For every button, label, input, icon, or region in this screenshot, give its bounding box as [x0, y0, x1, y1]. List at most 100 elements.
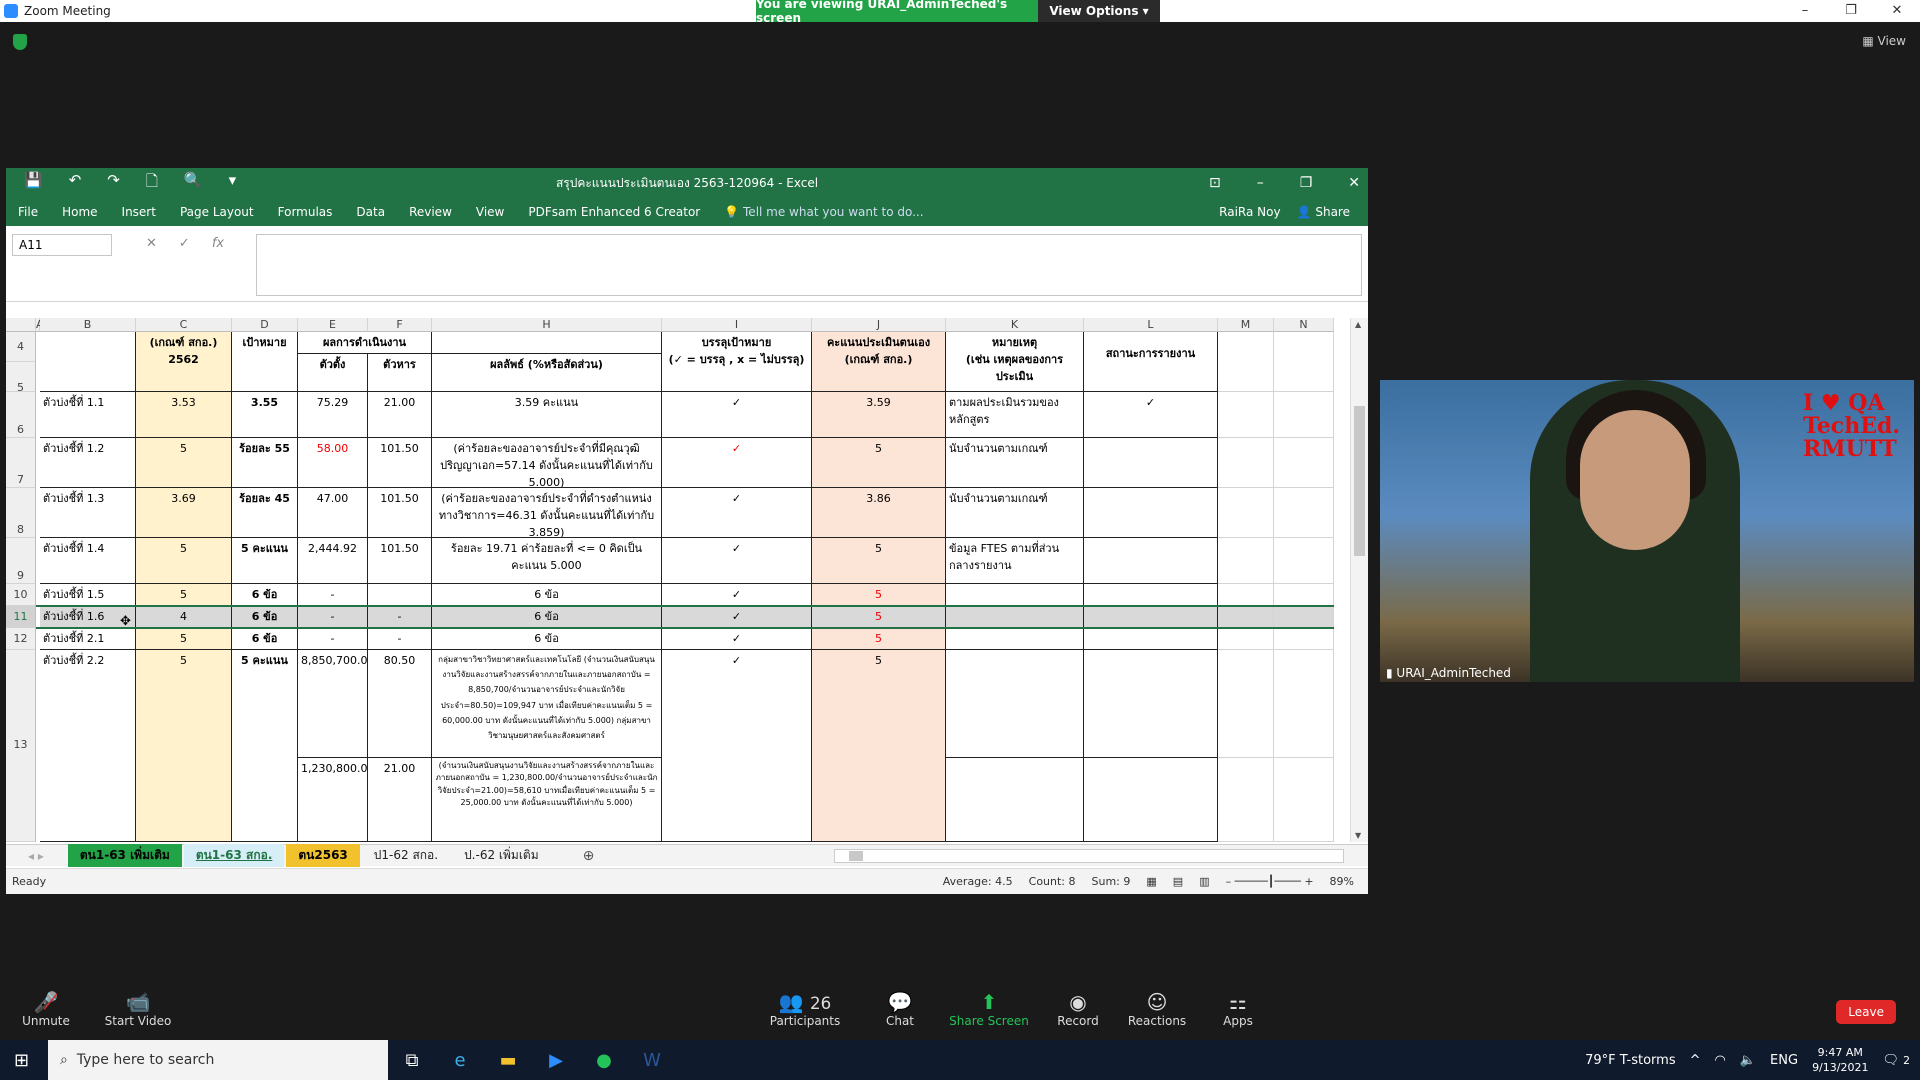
row-header-12[interactable]: 12 [6, 628, 36, 650]
cell-d-row-5[interactable]: 6 ข้อ [232, 606, 298, 628]
cell-c-row-6[interactable]: 5 [136, 628, 232, 650]
tab-formulas[interactable]: Formulas [266, 205, 345, 219]
cell-f-row-3[interactable]: 101.50 [368, 538, 432, 584]
scroll-up-icon[interactable]: ▲ [1355, 320, 1361, 329]
sheet-tab-3[interactable]: ตน2563 [286, 844, 360, 867]
cell-n-row-7[interactable] [1274, 650, 1334, 758]
cell-l-row-1[interactable] [1084, 438, 1218, 488]
ribbon-display-icon[interactable]: ⊡ [1209, 175, 1221, 191]
cell-c-row-5[interactable]: 4 [136, 606, 232, 628]
cell-h-row-2[interactable]: (ค่าร้อยละของอาจารย์ประจำที่ดำรงตำแหน่งท… [432, 488, 662, 538]
cell-f-row-7[interactable]: 80.50 [368, 650, 432, 758]
cell-c-row-4[interactable]: 5 [136, 584, 232, 606]
cell-h-row-6[interactable]: 6 ข้อ [432, 628, 662, 650]
cell-n-row-6[interactable] [1274, 628, 1334, 650]
clock[interactable]: 9:47 AM 9/13/2021 [1812, 1045, 1868, 1076]
customize-qat-icon[interactable]: ▾ [229, 171, 237, 196]
cell-b-row-1[interactable]: ตัวบ่งชี้ที่ 1.2 [40, 438, 136, 488]
row-header-10[interactable]: 10 [6, 584, 36, 606]
cell-i-row-6[interactable]: ✓ [662, 628, 812, 650]
cell-m-header[interactable] [1218, 332, 1274, 392]
cell-f-row-2[interactable]: 101.50 [368, 488, 432, 538]
cell-m-row-8[interactable] [1218, 758, 1274, 842]
row-header-5[interactable]: 5 [6, 362, 36, 394]
cell-k-row-4[interactable] [946, 584, 1084, 606]
cell-j-row-0[interactable]: 3.59 [812, 392, 946, 438]
col-header-c[interactable]: C [136, 318, 232, 332]
col-header-l[interactable]: L [1084, 318, 1218, 332]
cell-b-row-2[interactable]: ตัวบ่งชี้ที่ 1.3 [40, 488, 136, 538]
cell-j-row-3[interactable]: 5 [812, 538, 946, 584]
cell-k-row-2[interactable]: นับจำนวนตามเกณฑ์ [946, 488, 1084, 538]
cell-j-header[interactable]: คะแนนประเมินตนเอง (เกณฑ์ สกอ.) [812, 332, 946, 392]
tab-review[interactable]: Review [397, 205, 464, 219]
normal-view-icon[interactable]: ▦ [1146, 875, 1156, 888]
row-header-8[interactable]: 8 [6, 488, 36, 538]
cell-e-row-1[interactable]: 58.00 [298, 438, 368, 488]
zoom-level[interactable]: 89% [1330, 875, 1354, 888]
cell-d-row-1[interactable]: ร้อยละ 55 [232, 438, 298, 488]
taskbar-search[interactable]: ⌕ Type here to search [48, 1040, 388, 1080]
unmute-button[interactable]: 🎤̸ Unmute [6, 990, 86, 1028]
view-options-button[interactable]: View Options ▾ [1038, 0, 1160, 22]
cell-e-row-2[interactable]: 47.00 [298, 488, 368, 538]
row-header-11[interactable]: 11 [6, 606, 36, 628]
save-icon[interactable]: 💾 [24, 171, 43, 196]
cell-c-header[interactable]: (เกณฑ์ สกอ.) 2562 [136, 332, 232, 392]
cell-l-row-7[interactable] [1084, 650, 1218, 758]
cell-e-row-5[interactable]: - [298, 606, 368, 628]
cell-f-row-4[interactable] [368, 584, 432, 606]
cell-i-row-1[interactable]: ✓ [662, 438, 812, 488]
cell-e-row-8[interactable]: 1,230,800.00 [298, 758, 368, 842]
cell-h-header-top[interactable] [432, 332, 662, 354]
cell-b-row-3[interactable]: ตัวบ่งชี้ที่ 1.4 [40, 538, 136, 584]
cell-d-row-4[interactable]: 6 ข้อ [232, 584, 298, 606]
cell-k-header[interactable]: หมายเหตุ (เช่น เหตุผลของการประเมิน [946, 332, 1084, 392]
page-break-view-icon[interactable]: ▥ [1199, 875, 1209, 888]
tray-chevron-icon[interactable]: ^ [1690, 1053, 1701, 1068]
view-button[interactable]: ▦ View [1862, 34, 1906, 48]
cell-i-row-3[interactable]: ✓ [662, 538, 812, 584]
print-preview-icon[interactable]: 🔍 [184, 171, 203, 196]
tab-view[interactable]: View [464, 205, 516, 219]
cell-m-row-3[interactable] [1218, 538, 1274, 584]
cell-f-row-6[interactable]: - [368, 628, 432, 650]
cell-f-row-8[interactable]: 21.00 [368, 758, 432, 842]
cell-n-row-8[interactable] [1274, 758, 1334, 842]
participant-video[interactable]: I ♥ QA TechEd. RMUTT ▮ URAI_AdminTeched [1380, 380, 1914, 682]
chat-button[interactable]: 💬 Chat [860, 990, 940, 1028]
language-indicator[interactable]: ENG [1770, 1053, 1798, 1068]
col-header-f[interactable]: F [368, 318, 432, 332]
tab-home[interactable]: Home [50, 205, 109, 219]
cell-j-row-4[interactable]: 5 [812, 584, 946, 606]
cell-e-row-4[interactable]: - [298, 584, 368, 606]
cell-m-row-1[interactable] [1218, 438, 1274, 488]
tab-insert[interactable]: Insert [110, 205, 168, 219]
word-app-icon[interactable]: W [628, 1050, 676, 1071]
cell-b-row-0[interactable]: ตัวบ่งชี้ที่ 1.1 [40, 392, 136, 438]
col-header-m[interactable]: M [1218, 318, 1274, 332]
cell-k-row-1[interactable]: นับจำนวนตามเกณฑ์ [946, 438, 1084, 488]
cell-i-header[interactable]: บรรลุเป้าหมาย (✓ = บรรลุ , x = ไม่บรรลุ) [662, 332, 812, 392]
col-header-b[interactable]: B [40, 318, 136, 332]
cell-d-row-0[interactable]: 3.55 [232, 392, 298, 438]
cell-d-row-7[interactable]: 5 คะแนน [232, 650, 298, 842]
cell-d-row-6[interactable]: 6 ข้อ [232, 628, 298, 650]
col-header-k[interactable]: K [946, 318, 1084, 332]
scroll-thumb[interactable] [1354, 406, 1365, 556]
formula-bar-input[interactable] [256, 234, 1362, 296]
close-icon[interactable]: ✕ [1874, 0, 1920, 22]
sheet-tab-1[interactable]: ตน1-63 เพิ่มเติม [67, 844, 182, 867]
windows-start-icon[interactable]: ⊞ [14, 1050, 29, 1071]
cell-e-header[interactable]: ตัวตั้ง [298, 354, 368, 392]
cell-m-row-7[interactable] [1218, 650, 1274, 758]
excel-restore-icon[interactable]: ❐ [1300, 175, 1313, 191]
col-header-n[interactable]: N [1274, 318, 1334, 332]
cell-i-row-7[interactable]: ✓ [662, 650, 812, 842]
col-header-i[interactable]: I [662, 318, 812, 332]
sheet-tab-2[interactable]: ตน1-63 สกอ. [183, 844, 285, 867]
page-layout-view-icon[interactable]: ▤ [1173, 875, 1183, 888]
wifi-icon[interactable]: ◠ [1715, 1053, 1726, 1068]
tab-file[interactable]: File [6, 205, 50, 219]
cell-b-row-6[interactable]: ตัวบ่งชี้ที่ 2.1 [40, 628, 136, 650]
